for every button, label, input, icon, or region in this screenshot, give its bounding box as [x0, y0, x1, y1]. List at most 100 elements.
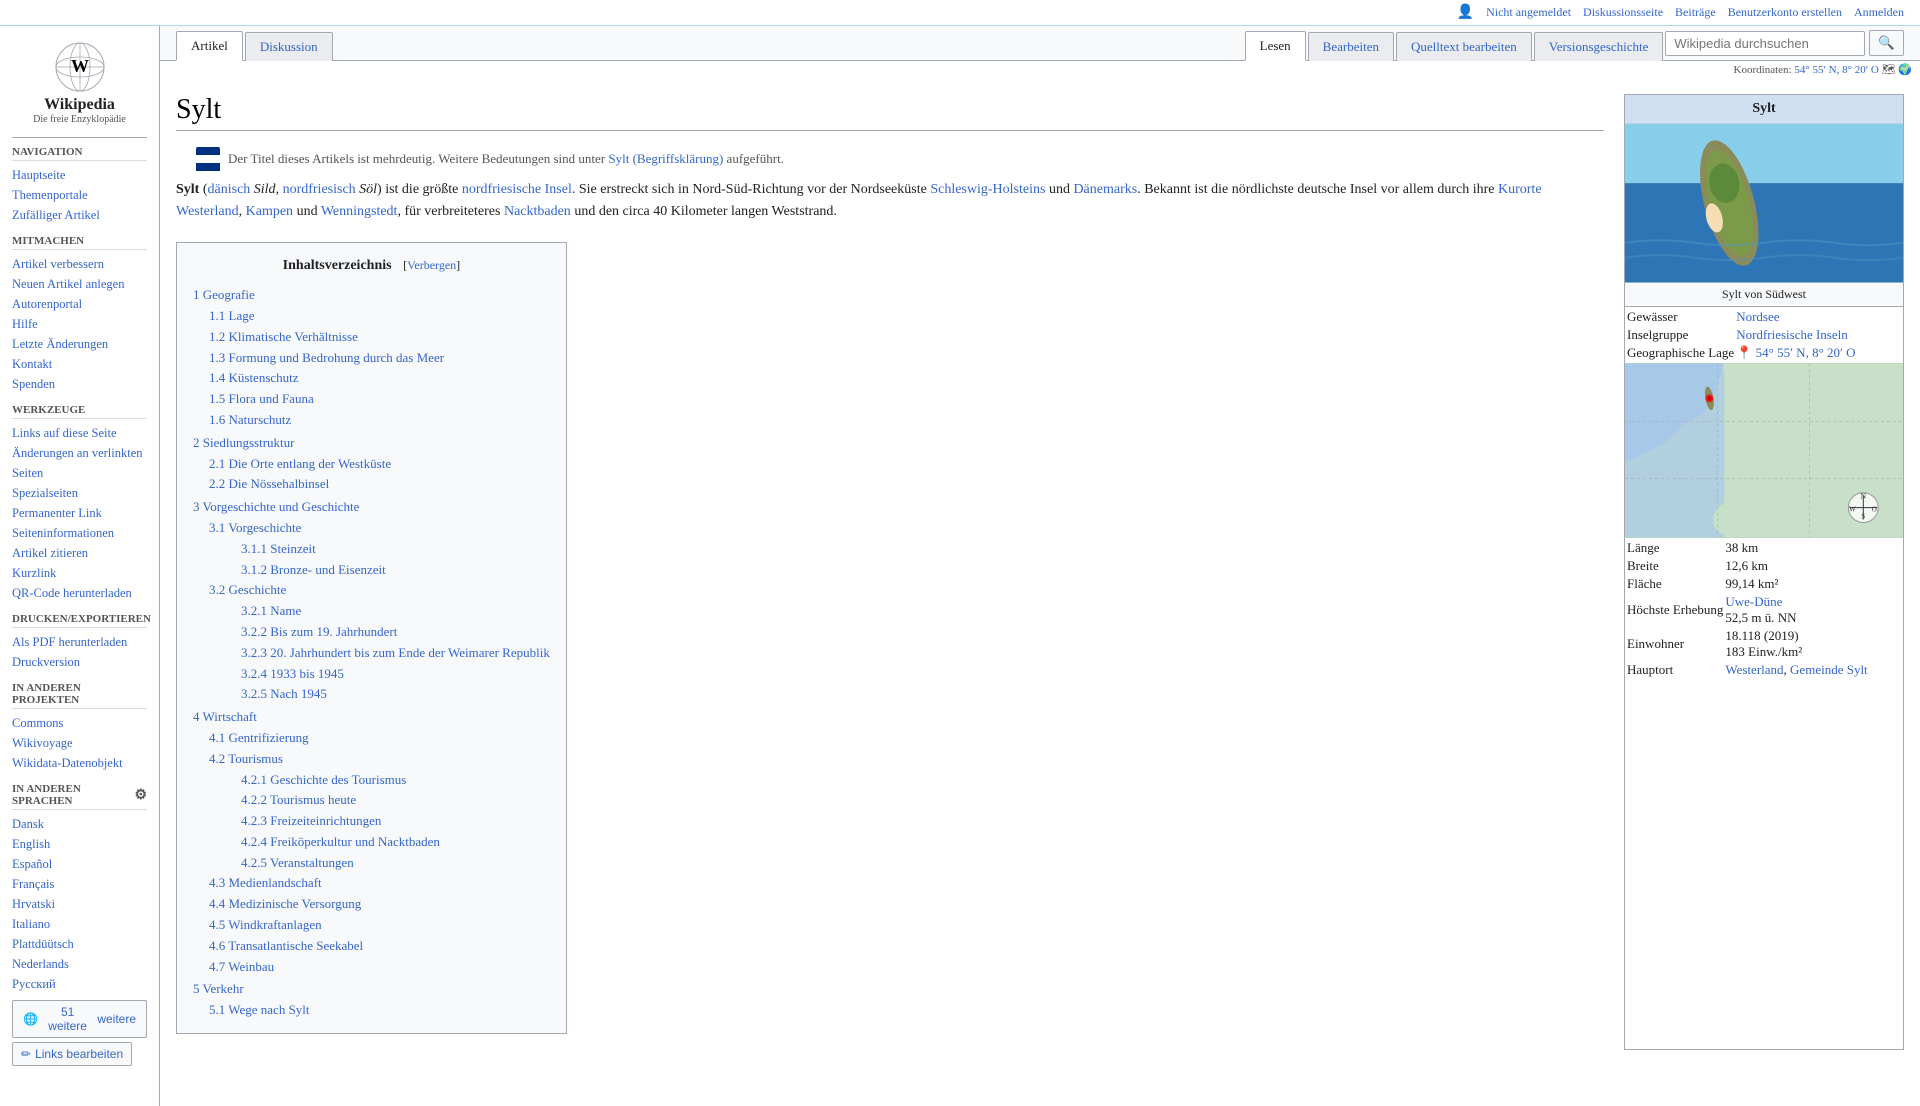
link-nordfriesische-insel[interactable]: nordfriesische Insel	[462, 182, 572, 197]
toc-link-3-2-4[interactable]: 3.2.4 1933 bis 1945	[241, 666, 344, 681]
sidebar-item-spezialseiten[interactable]: Spezialseiten	[12, 483, 147, 503]
globe-icon[interactable]: 🌍	[1898, 64, 1912, 76]
sidebar-lang-russian[interactable]: Русский	[12, 974, 147, 994]
toc-link-3-2[interactable]: 3.2 Geschichte	[209, 582, 286, 597]
login-link[interactable]: Anmelden	[1854, 5, 1904, 20]
search-input[interactable]	[1665, 31, 1865, 56]
sidebar-lang-hrvatski[interactable]: Hrvatski	[12, 894, 147, 914]
coords-link[interactable]: 54° 55′ N, 8° 20′ O	[1794, 64, 1879, 76]
tab-versionsgeschichte[interactable]: Versionsgeschichte	[1534, 32, 1664, 61]
toc-link-4-5[interactable]: 4.5 Windkraftanlagen	[209, 917, 322, 932]
sidebar-item-aenderungen-verlinkter[interactable]: Änderungen an verlinkten Seiten	[12, 443, 147, 483]
link-schleswig-holstein[interactable]: Schleswig-Holsteins	[930, 182, 1045, 197]
sidebar-lang-english[interactable]: English	[12, 834, 147, 854]
sidebar-item-zufaellig[interactable]: Zufälliger Artikel	[12, 205, 147, 225]
toc-link-4[interactable]: 4 Wirtschaft	[193, 709, 257, 724]
toc-link-5-1[interactable]: 5.1 Wege nach Sylt	[209, 1002, 310, 1017]
sidebar-lang-italiano[interactable]: Italiano	[12, 914, 147, 934]
sidebar-lang-plattduutsch[interactable]: Plattdüütsch	[12, 934, 147, 954]
sidebar-item-kurzlink[interactable]: Kurzlink	[12, 563, 147, 583]
toc-link-1-6[interactable]: 1.6 Naturschutz	[209, 412, 291, 427]
link-kampen[interactable]: Kampen	[246, 204, 293, 219]
tab-lesen[interactable]: Lesen	[1245, 31, 1306, 61]
toc-link-1-5[interactable]: 1.5 Flora und Fauna	[209, 391, 314, 406]
discussion-link[interactable]: Diskussionsseite	[1583, 5, 1663, 20]
sidebar-item-artikel-verbessern[interactable]: Artikel verbessern	[12, 254, 147, 274]
sidebar-item-spenden[interactable]: Spenden	[12, 374, 147, 394]
toc-link-4-7[interactable]: 4.7 Weinbau	[209, 959, 274, 974]
link-gemeinde-sylt[interactable]: Gemeinde Sylt	[1790, 662, 1868, 677]
link-wenningstedt[interactable]: Wenningstedt	[321, 204, 398, 219]
toc-link-3-2-5[interactable]: 3.2.5 Nach 1945	[241, 686, 327, 701]
sidebar-item-wikivoyage[interactable]: Wikivoyage	[12, 733, 147, 753]
link-coords[interactable]: 54° 55′ N, 8° 20′ O	[1756, 345, 1856, 360]
edit-links-button[interactable]: ✏ Links bearbeiten	[12, 1042, 132, 1066]
link-westerland[interactable]: Westerland	[1725, 662, 1783, 677]
sidebar-item-seiteninformationen[interactable]: Seiteninformationen	[12, 523, 147, 543]
sidebar-item-letzte-aenderungen[interactable]: Letzte Änderungen	[12, 334, 147, 354]
toc-link-2-1[interactable]: 2.1 Die Orte entlang der Westküste	[209, 456, 391, 471]
sidebar-item-commons[interactable]: Commons	[12, 713, 147, 733]
toc-link-4-6[interactable]: 4.6 Transatlantische Seekabel	[209, 938, 363, 953]
tab-quelltext[interactable]: Quelltext bearbeiten	[1396, 32, 1532, 61]
link-daenisch[interactable]: dänisch	[208, 182, 251, 197]
link-uwe-duene[interactable]: Uwe-Düne	[1725, 594, 1782, 609]
tab-diskussion[interactable]: Diskussion	[245, 32, 333, 61]
link-nordsee[interactable]: Nordsee	[1736, 309, 1779, 324]
sidebar-item-hauptseite[interactable]: Hauptseite	[12, 165, 147, 185]
toc-link-4-3[interactable]: 4.3 Medienlandschaft	[209, 875, 322, 890]
sidebar-lang-nederlands[interactable]: Nederlands	[12, 954, 147, 974]
languages-settings-icon[interactable]: ⚙	[134, 787, 147, 804]
sidebar-item-pdf[interactable]: Als PDF herunterladen	[12, 632, 147, 652]
toc-link-4-1[interactable]: 4.1 Gentrifizierung	[209, 730, 309, 745]
toc-link-4-2-3[interactable]: 4.2.3 Freizeiteinrichtungen	[241, 813, 381, 828]
toc-link-1-2[interactable]: 1.2 Klimatische Verhältnisse	[209, 329, 358, 344]
toc-link-3-1-2[interactable]: 3.1.2 Bronze- und Eisenzeit	[241, 562, 386, 577]
link-nacktbaden[interactable]: Nacktbaden	[504, 204, 571, 219]
sidebar-item-hilfe[interactable]: Hilfe	[12, 314, 147, 334]
toc-link-4-2-5[interactable]: 4.2.5 Veranstaltungen	[241, 855, 354, 870]
contributions-link[interactable]: Beiträge	[1675, 5, 1716, 20]
toc-link-1-3[interactable]: 1.3 Formung und Bedrohung durch das Meer	[209, 350, 444, 365]
toc-link-1-4[interactable]: 1.4 Küstenschutz	[209, 370, 299, 385]
sidebar-lang-francais[interactable]: Français	[12, 874, 147, 894]
sidebar-item-themenportale[interactable]: Themenportale	[12, 185, 147, 205]
link-daenemarks[interactable]: Dänemarks	[1073, 182, 1137, 197]
toc-link-3-1[interactable]: 3.1 Vorgeschichte	[209, 520, 301, 535]
search-button[interactable]: 🔍	[1869, 30, 1904, 56]
tab-bearbeiten[interactable]: Bearbeiten	[1308, 32, 1394, 61]
sidebar-item-neuen-artikel[interactable]: Neuen Artikel anlegen	[12, 274, 147, 294]
sidebar-lang-espanol[interactable]: Español	[12, 854, 147, 874]
map-icon[interactable]: 🗺	[1882, 64, 1896, 76]
toc-link-1[interactable]: 1 Geografie	[193, 287, 255, 302]
sidebar-item-druckversion[interactable]: Druckversion	[12, 652, 147, 672]
sidebar-lang-dansk[interactable]: Dansk	[12, 814, 147, 834]
toc-link-4-4[interactable]: 4.4 Medizinische Versorgung	[209, 896, 361, 911]
toc-link-4-2-4[interactable]: 4.2.4 Freiköperkultur und Nacktbaden	[241, 834, 440, 849]
sidebar-item-artikel-zitieren[interactable]: Artikel zitieren	[12, 543, 147, 563]
sidebar-item-qr-code[interactable]: QR-Code herunterladen	[12, 583, 147, 603]
create-account-link[interactable]: Benutzerkonto erstellen	[1728, 5, 1842, 20]
sidebar-item-autorenportal[interactable]: Autorenportal	[12, 294, 147, 314]
toc-link-4-2[interactable]: 4.2 Tourismus	[209, 751, 283, 766]
toc-link-2[interactable]: 2 Siedlungsstruktur	[193, 435, 294, 450]
toc-link-3-1-1[interactable]: 3.1.1 Steinzeit	[241, 541, 316, 556]
toc-link-4-2-1[interactable]: 4.2.1 Geschichte des Tourismus	[241, 772, 406, 787]
toc-link-3[interactable]: 3 Vorgeschichte und Geschichte	[193, 499, 359, 514]
sidebar-item-kontakt[interactable]: Kontakt	[12, 354, 147, 374]
tab-artikel[interactable]: Artikel	[176, 31, 243, 61]
toc-link-4-2-2[interactable]: 4.2.2 Tourismus heute	[241, 792, 356, 807]
toc-toggle[interactable]: Verbergen	[407, 258, 456, 272]
link-nordfriesisch[interactable]: nordfriesisch	[283, 182, 356, 197]
link-nordfriesische-inseln[interactable]: Nordfriesische Inseln	[1736, 327, 1848, 342]
more-languages-button[interactable]: 🌐 51 weitere weitere	[12, 1000, 147, 1038]
toc-link-3-2-2[interactable]: 3.2.2 Bis zum 19. Jahrhundert	[241, 624, 397, 639]
toc-link-3-2-3[interactable]: 3.2.3 20. Jahrhundert bis zum Ende der W…	[241, 645, 550, 660]
toc-link-2-2[interactable]: 2.2 Die Nössehalbinsel	[209, 476, 329, 491]
sidebar-item-permanenter-link[interactable]: Permanenter Link	[12, 503, 147, 523]
toc-link-3-2-1[interactable]: 3.2.1 Name	[241, 603, 301, 618]
hatnote-link[interactable]: Sylt (Begriffsklärung)	[608, 151, 723, 166]
sidebar-item-wikidata[interactable]: Wikidata-Datenobjekt	[12, 753, 147, 773]
toc-link-5[interactable]: 5 Verkehr	[193, 981, 244, 996]
toc-link-1-1[interactable]: 1.1 Lage	[209, 308, 254, 323]
